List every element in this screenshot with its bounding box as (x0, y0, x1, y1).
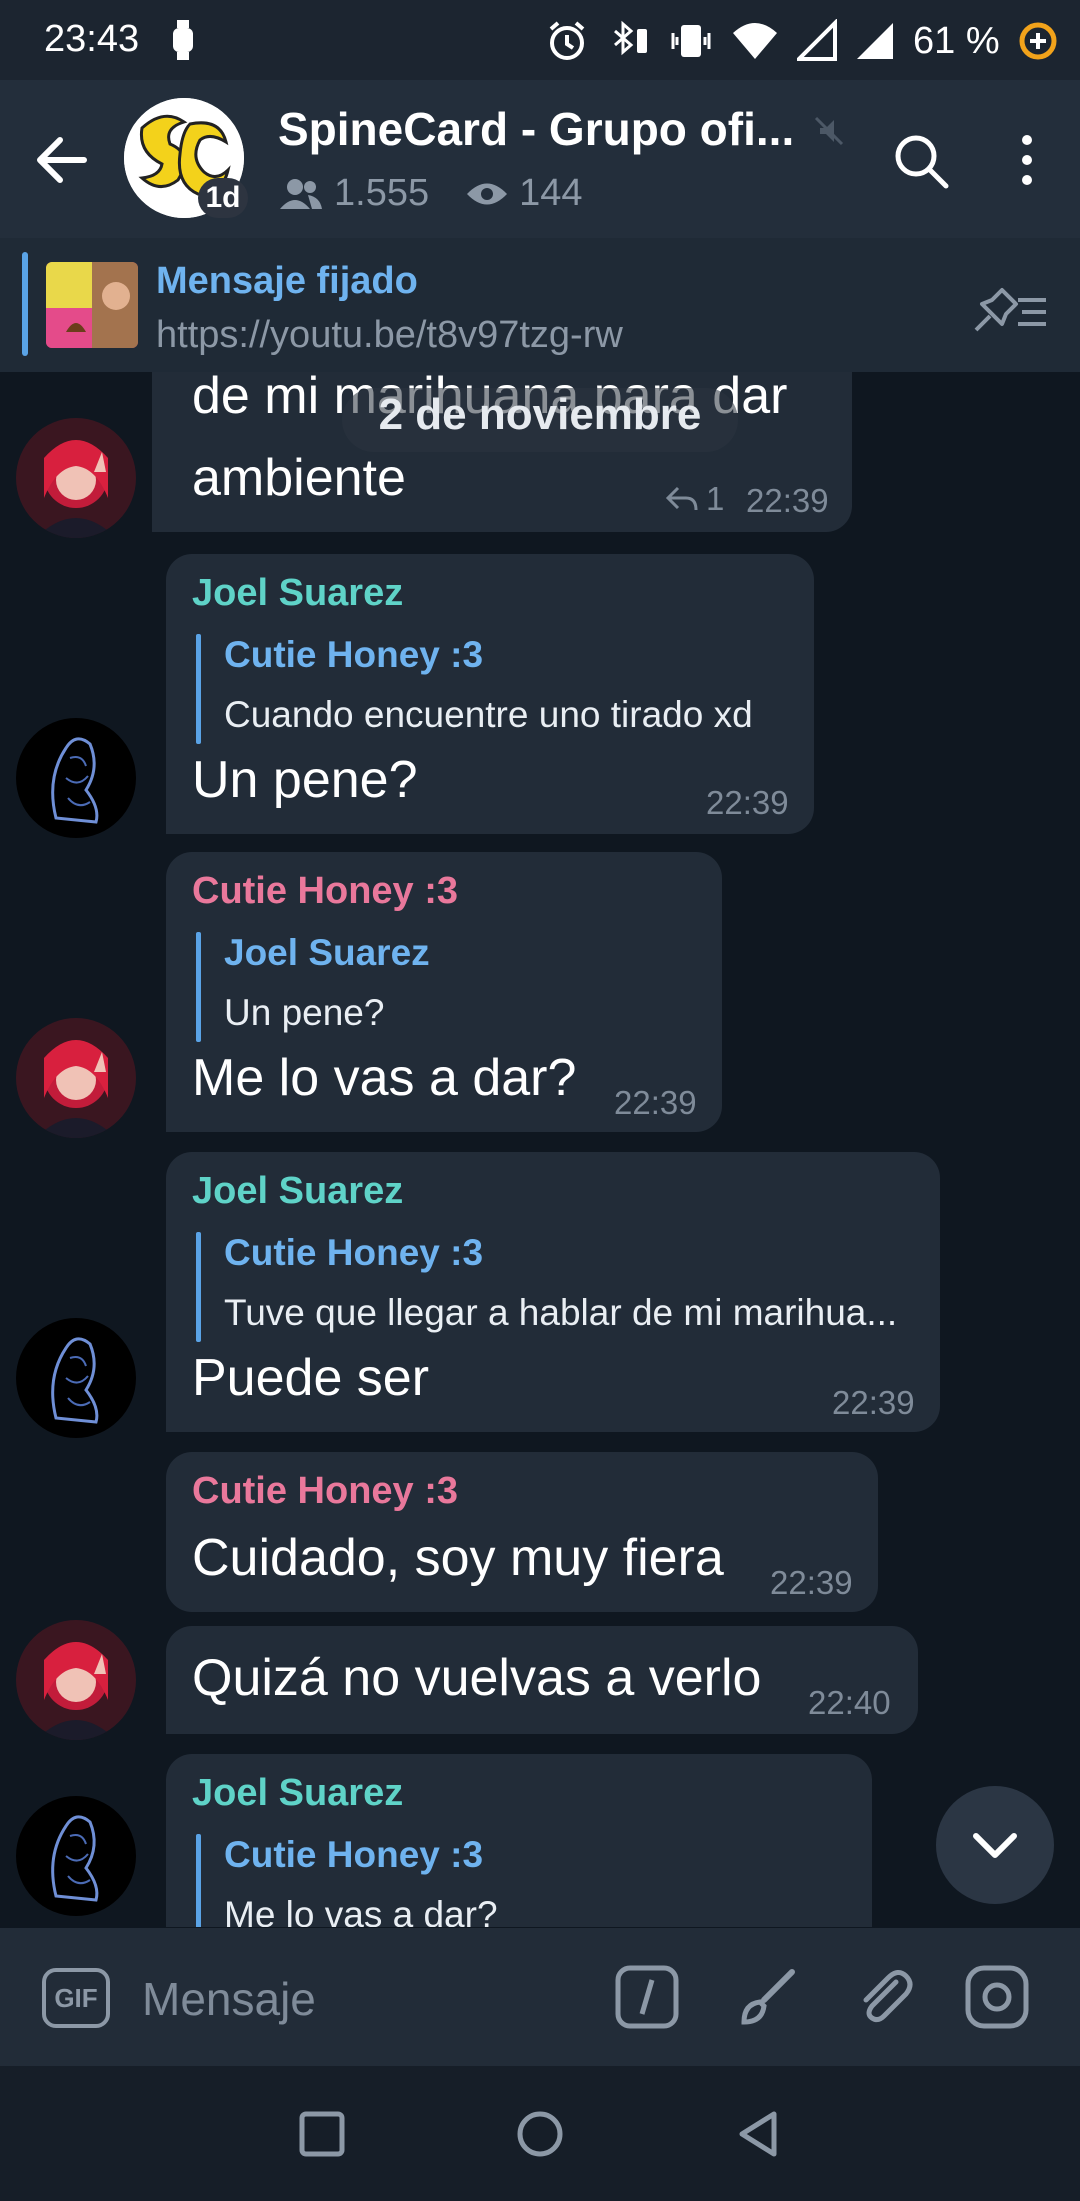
reply-count-value: 1 (706, 480, 725, 517)
message-text: Un pene? (192, 751, 418, 809)
gif-icon[interactable]: GIF (42, 1968, 110, 2028)
date-separator-text: 2 de noviembre (378, 390, 702, 439)
search-icon[interactable] (892, 132, 950, 190)
avatar-joel-suarez[interactable] (16, 1796, 136, 1916)
watch-icon (173, 20, 193, 60)
sender-name[interactable]: Joel Suarez (192, 1170, 403, 1213)
message-text: Me lo vas a dar? (192, 1049, 577, 1107)
avatar-joel-suarez[interactable] (16, 1318, 136, 1438)
avatar-joel-suarez[interactable] (16, 718, 136, 838)
system-nav-bar (0, 2066, 1080, 2201)
attach-icon[interactable] (852, 1964, 918, 2030)
avatar-cutie-honey[interactable] (16, 1620, 136, 1740)
eye-icon (467, 183, 508, 204)
reply-quote-bar (196, 932, 201, 1042)
status-time: 23:43 (44, 18, 140, 60)
message-text: Quizá no vuelvas a verlo (192, 1649, 762, 1707)
signal-icon-2 (857, 23, 893, 59)
avatar-cutie-honey[interactable] (16, 418, 136, 538)
pinned-message-bar[interactable]: Mensaje fijado https://youtu.be/t8v97tzg… (0, 238, 1080, 372)
view-count: 144 (519, 172, 583, 214)
more-vert-icon[interactable] (1012, 130, 1042, 190)
bluetooth-battery-icon (614, 20, 647, 56)
pinned-indicator (22, 252, 28, 356)
avatar-timer-badge: 1d (198, 178, 248, 218)
sender-name[interactable]: Joel Suarez (192, 1772, 403, 1815)
battery-percent: 61 % (913, 19, 1000, 62)
back-arrow-icon[interactable] (32, 132, 92, 188)
chat-title[interactable]: SpineCard - Grupo ofi... (278, 102, 794, 156)
camera-icon[interactable] (964, 1964, 1030, 2030)
brush-icon[interactable] (734, 1964, 800, 2030)
message-time: 22:39 (746, 482, 829, 519)
message-input-bar: GIF Mensaje (0, 1928, 1080, 2066)
members-icon (280, 178, 322, 209)
home-icon[interactable] (514, 2108, 566, 2160)
reply-quote-bar (196, 1834, 201, 1927)
message-text: Puede ser (192, 1349, 430, 1407)
alarm-icon (549, 21, 585, 60)
member-count: 1.555 (334, 172, 430, 214)
back-icon[interactable] (732, 2108, 784, 2160)
quote-sender[interactable]: Cutie Honey :3 (224, 634, 483, 676)
message-input[interactable]: Mensaje (142, 1972, 316, 2026)
quote-sender[interactable]: Cutie Honey :3 (224, 1834, 483, 1876)
status-icons: 61 % (545, 16, 1058, 66)
message-text: Cuidado, soy muy fiera (192, 1529, 724, 1587)
quote-text[interactable]: Cuando encuentre uno tirado xd (224, 694, 753, 736)
message-time: 22:39 (614, 1084, 697, 1121)
quote-sender[interactable]: Cutie Honey :3 (224, 1232, 483, 1274)
recents-icon[interactable] (296, 2108, 348, 2160)
wifi-icon (733, 23, 777, 59)
signal-icon (797, 19, 837, 61)
quote-text[interactable]: Un pene? (224, 992, 384, 1034)
reply-count[interactable]: 1 (664, 480, 724, 518)
message-time: 22:39 (770, 1564, 853, 1601)
pinned-link: https://youtu.be/t8v97tzg-rw (156, 314, 623, 356)
quote-text[interactable]: Me lo vas a dar? (224, 1894, 498, 1927)
reply-icon (665, 486, 698, 511)
quote-text[interactable]: Tuve que llegar a hablar de mi marihua..… (224, 1292, 897, 1334)
pinned-thumbnail (46, 262, 138, 348)
message-text: ambiente (192, 449, 406, 507)
sender-name[interactable]: Cutie Honey :3 (192, 1470, 458, 1513)
command-icon[interactable] (614, 1964, 680, 2030)
quote-sender[interactable]: Joel Suarez (224, 932, 430, 974)
sender-name[interactable]: Cutie Honey :3 (192, 870, 458, 913)
reply-quote-bar (196, 634, 201, 744)
pinned-title: Mensaje fijado (156, 260, 418, 302)
reply-quote-bar (196, 1232, 201, 1342)
pin-list-icon[interactable] (972, 282, 1048, 334)
sender-name[interactable]: Joel Suarez (192, 572, 403, 615)
chevron-down-icon (973, 1833, 1017, 1858)
message-time: 22:40 (808, 1684, 891, 1721)
avatar-cutie-honey[interactable] (16, 1018, 136, 1138)
chat-header: 1d SpineCard - Grupo ofi... 1.555 144 (0, 80, 1080, 238)
scroll-down-button[interactable] (936, 1786, 1054, 1904)
mute-icon (814, 116, 844, 146)
message-time: 22:39 (832, 1384, 915, 1421)
message-list[interactable]: de mi marihuana para dar ambiente 1 22:3… (0, 372, 1080, 1927)
vibrate-icon (671, 25, 711, 57)
battery-saver-icon (1019, 22, 1057, 60)
status-bar: 23:43 61 % (0, 0, 1080, 80)
message-time: 22:39 (706, 784, 789, 821)
chat-meta: 1.555 144 (278, 172, 607, 215)
